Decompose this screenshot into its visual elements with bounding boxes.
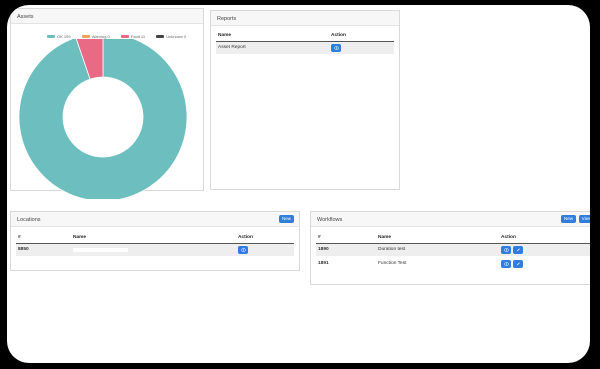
eye-icon	[333, 46, 339, 50]
view-workflow-row-button[interactable]	[501, 260, 511, 268]
table-row: 8850	[16, 244, 294, 256]
view-workflow-row-button[interactable]	[501, 246, 511, 254]
reports-col-action: Action	[331, 33, 346, 38]
location-id: 8850	[18, 247, 29, 252]
reports-header: Reports	[211, 11, 399, 26]
workflow-id: 1890	[318, 247, 329, 252]
eye-icon	[503, 262, 509, 266]
assets-header: Assets	[11, 9, 203, 24]
locations-card: Locations New # Name Action 8850	[10, 211, 300, 271]
workflows-card: Workflows New View # Name Action 1890 Du…	[310, 211, 590, 285]
reports-title: Reports	[217, 16, 237, 22]
view-location-button[interactable]	[238, 246, 248, 254]
eye-icon	[503, 248, 509, 252]
locations-col-action: Action	[238, 235, 253, 240]
table-row: 1891 Function Test	[316, 258, 590, 270]
workflows-header: Workflows New View	[311, 212, 590, 227]
view-report-button[interactable]	[331, 44, 341, 52]
new-workflow-button[interactable]: New	[561, 215, 576, 223]
workflow-actions	[501, 260, 524, 268]
workflow-actions	[501, 246, 524, 254]
reports-card: Reports Name Action Asset Report	[210, 10, 400, 190]
locations-col-name: Name	[73, 235, 87, 240]
legend-swatch-fault	[120, 35, 129, 39]
locations-title: Locations	[17, 217, 41, 223]
legend-swatch-warning	[81, 35, 90, 39]
workflows-col-id: #	[318, 235, 321, 240]
workflows-col-name: Name	[378, 235, 392, 240]
location-actions	[238, 246, 248, 254]
edit-workflow-row-button[interactable]	[513, 246, 524, 254]
locations-col-id: #	[18, 235, 21, 240]
view-workflow-button[interactable]: View	[579, 215, 590, 223]
reports-table: Name Action Asset Report	[216, 33, 394, 73]
assets-card: Assets OK 199 Warning 0 Fault 11 Unknown…	[10, 8, 204, 199]
workflows-table: # Name Action 1890 Duration test 1891 Fu	[316, 235, 590, 285]
workflows-title: Workflows	[317, 217, 343, 223]
assets-donut-chart	[18, 39, 188, 199]
legend-swatch-unknown	[156, 35, 165, 39]
legend-swatch-ok	[47, 35, 55, 39]
edit-workflow-row-button[interactable]	[513, 260, 524, 268]
table-row: 1890 Duration test	[316, 244, 590, 256]
new-location-button[interactable]: New	[279, 215, 294, 223]
workflow-name: Function Test	[378, 261, 407, 266]
screen: Assets OK 199 Warning 0 Fault 11 Unknown…	[7, 5, 590, 363]
locations-header: Locations New	[11, 212, 299, 227]
report-name: Asset Report	[218, 45, 246, 50]
edit-icon	[516, 262, 520, 266]
workflows-col-action: Action	[501, 235, 516, 240]
edit-icon	[516, 248, 520, 252]
locations-table: # Name Action 8850	[16, 235, 294, 271]
table-row: Asset Report	[216, 42, 394, 54]
workflow-name: Duration test	[378, 247, 406, 252]
eye-icon	[240, 248, 246, 252]
assets-title: Assets	[17, 14, 34, 20]
workflow-id: 1891	[318, 261, 329, 266]
report-actions	[331, 44, 341, 52]
location-name-field	[73, 248, 128, 252]
reports-col-name: Name	[218, 33, 232, 38]
